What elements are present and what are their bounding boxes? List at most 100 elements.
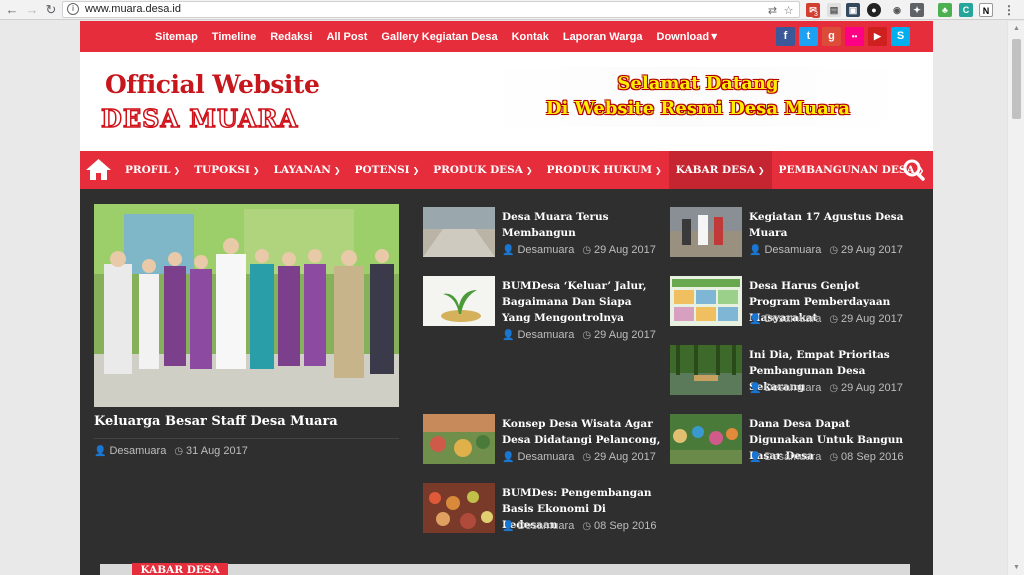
nav-layanan[interactable]: LAYANAN ❯ (267, 151, 348, 189)
top-link-redaksi[interactable]: Redaksi (270, 31, 312, 43)
translate-icon[interactable]: ⇄ (766, 4, 779, 17)
nav-tupoksi[interactable]: TUPOKSI ❯ (187, 151, 266, 189)
twitter-icon[interactable]: t (799, 27, 818, 46)
author-wrap: 👤 Desamuara (749, 244, 821, 256)
page-scrollbar[interactable]: ▲ ▼ (1007, 21, 1024, 575)
article-thumb[interactable] (670, 414, 742, 464)
nav-label: KABAR DESA (675, 164, 755, 176)
featured-title[interactable]: Keluarga Besar Staff Desa Muara (94, 414, 338, 429)
clock-icon: ◷ (582, 245, 592, 256)
featured-image[interactable] (94, 204, 399, 407)
clock-icon: ◷ (829, 245, 839, 256)
author[interactable]: Desamuara (517, 329, 574, 341)
web-page: Sitemap Timeline Redaksi All Post Galler… (80, 21, 933, 575)
nav-produk-hukum[interactable]: PRODUK HUKUM ❯ (540, 151, 669, 189)
scroll-up-icon[interactable]: ▲ (1012, 24, 1021, 33)
article-thumb[interactable] (670, 207, 742, 257)
forward-arrow-icon[interactable]: → (24, 2, 40, 18)
article-thumb[interactable] (423, 207, 495, 257)
nav-potensi[interactable]: POTENSI ❯ (348, 151, 427, 189)
author[interactable]: Desamuara (517, 244, 574, 256)
author[interactable]: Desamuara (109, 445, 166, 457)
clock-icon: ◷ (174, 446, 184, 457)
chevron-down-icon: ❯ (525, 165, 533, 175)
article-item[interactable]: Kegiatan 17 Agustus Desa Muara 👤 Desamuar… (670, 207, 905, 265)
top-link-sitemap[interactable]: Sitemap (155, 31, 198, 43)
author[interactable]: Desamuara (764, 382, 821, 394)
top-link-timeline[interactable]: Timeline (212, 31, 256, 43)
article-thumb[interactable] (670, 345, 742, 395)
extension-page-icon[interactable]: ▤ (827, 3, 841, 17)
nav-produk-desa[interactable]: PRODUK DESA ❯ (426, 151, 539, 189)
article-thumb[interactable] (670, 276, 742, 326)
section-label[interactable]: KABAR DESA (132, 563, 228, 575)
date: 08 Sep 2016 (594, 520, 657, 532)
top-link-kontak[interactable]: Kontak (512, 31, 549, 43)
google-plus-icon[interactable]: g (822, 27, 841, 46)
search-button[interactable] (895, 151, 933, 189)
article-thumb[interactable] (423, 483, 495, 533)
author[interactable]: Desamuara (764, 244, 821, 256)
article-item[interactable]: Desa Muara Terus Membangun 👤 Desamuara ◷ 2… (423, 207, 658, 265)
article-item[interactable]: Ini Dia, Empat Prioritas Pembangunan Des… (670, 345, 905, 403)
author-wrap: 👤 Desamuara (749, 382, 821, 394)
scroll-thumb[interactable] (1012, 39, 1021, 119)
youtube-icon[interactable]: ▶ (868, 27, 887, 46)
clock-icon: ◷ (582, 521, 592, 532)
top-link-laporan-warga[interactable]: Laporan Warga (563, 31, 643, 43)
author[interactable]: Desamuara (517, 520, 574, 532)
reload-icon[interactable]: ↻ (43, 2, 59, 18)
flickr-icon[interactable]: •• (845, 27, 864, 46)
facebook-icon[interactable]: f (776, 27, 795, 46)
extension-plant-icon[interactable]: ♣ (938, 3, 952, 17)
author[interactable]: Desamuara (517, 451, 574, 463)
extension-circle-icon[interactable]: ● (867, 3, 881, 17)
extension-gear-icon[interactable]: ✦ (910, 3, 924, 17)
extension-n-icon[interactable]: N (979, 3, 993, 17)
site-info-icon[interactable]: i (67, 3, 79, 15)
scroll-down-icon[interactable]: ▼ (1012, 563, 1021, 572)
top-link-gallery[interactable]: Gallery Kegiatan Desa (381, 31, 497, 43)
nav-profil[interactable]: PROFIL ❯ (118, 151, 187, 189)
article-title[interactable]: Desa Muara Terus Membangun (502, 209, 662, 241)
logo-line-1[interactable]: Official Website (105, 70, 320, 99)
nav-kabar-desa[interactable]: KABAR DESA ❯ (668, 151, 772, 189)
featured-meta: 👤 Desamuara ◷ 31 Aug 2017 (94, 445, 248, 457)
author[interactable]: Desamuara (764, 313, 821, 325)
home-button[interactable] (80, 151, 117, 189)
skype-icon[interactable]: S (891, 27, 910, 46)
article-item[interactable]: Dana Desa Dapat Digunakan Untuk Bangun P… (670, 414, 905, 472)
url-text[interactable]: www.muara.desa.id (85, 3, 181, 15)
back-arrow-icon[interactable]: ← (4, 2, 20, 18)
author-wrap: 👤 Desamuara (502, 329, 574, 341)
article-item[interactable]: Konsep Desa Wisata Agar Desa Didatangi P… (423, 414, 660, 472)
address-bar[interactable]: i www.muara.desa.id ⇄ ☆ (62, 1, 800, 18)
camera-icon[interactable]: ◉ (890, 3, 904, 17)
article-thumb[interactable] (423, 414, 495, 464)
top-link-download[interactable]: Download (657, 31, 710, 43)
article-thumb[interactable] (423, 276, 495, 326)
home-icon (86, 159, 111, 180)
date-wrap: ◷ 08 Sep 2016 (829, 451, 903, 463)
top-link-download-wrap[interactable]: Download ▼ (657, 31, 718, 43)
article-item[interactable]: Desa Harus Genjot Program Pemberdayaan M… (670, 276, 905, 334)
author[interactable]: Desamuara (764, 451, 821, 463)
date: 08 Sep 2016 (841, 451, 904, 463)
article-title[interactable]: BUMDesa ‘Keluar’ Jalur, Bagaimana Dan Si… (502, 278, 662, 326)
extension-screen-icon[interactable]: ▣ (846, 3, 860, 17)
bookmark-star-icon[interactable]: ☆ (782, 4, 795, 17)
date: 29 Aug 2017 (841, 313, 903, 325)
article-item[interactable]: BUMDesa ‘Keluar’ Jalur, Bagaimana Dan Si… (423, 276, 658, 341)
article-title[interactable]: Kegiatan 17 Agustus Desa Muara (749, 209, 909, 241)
chevron-down-icon: ▼ (711, 32, 718, 41)
social-icons: f t g •• ▶ S (776, 27, 910, 46)
chevron-down-icon: ❯ (412, 165, 420, 175)
article-title[interactable]: Konsep Desa Wisata Agar Desa Didatangi P… (502, 416, 662, 448)
extension-c-icon[interactable]: C (959, 3, 973, 17)
browser-menu-icon[interactable]: ⋮ (1002, 3, 1016, 17)
top-bar: Sitemap Timeline Redaksi All Post Galler… (80, 21, 933, 52)
clock-icon: ◷ (582, 452, 592, 463)
article-item[interactable]: BUMDes: Pengembangan Basis Ekonomi Di Pe… (423, 483, 658, 541)
logo-line-2[interactable]: DESA MUARA (100, 103, 298, 134)
top-link-all-post[interactable]: All Post (326, 31, 367, 43)
